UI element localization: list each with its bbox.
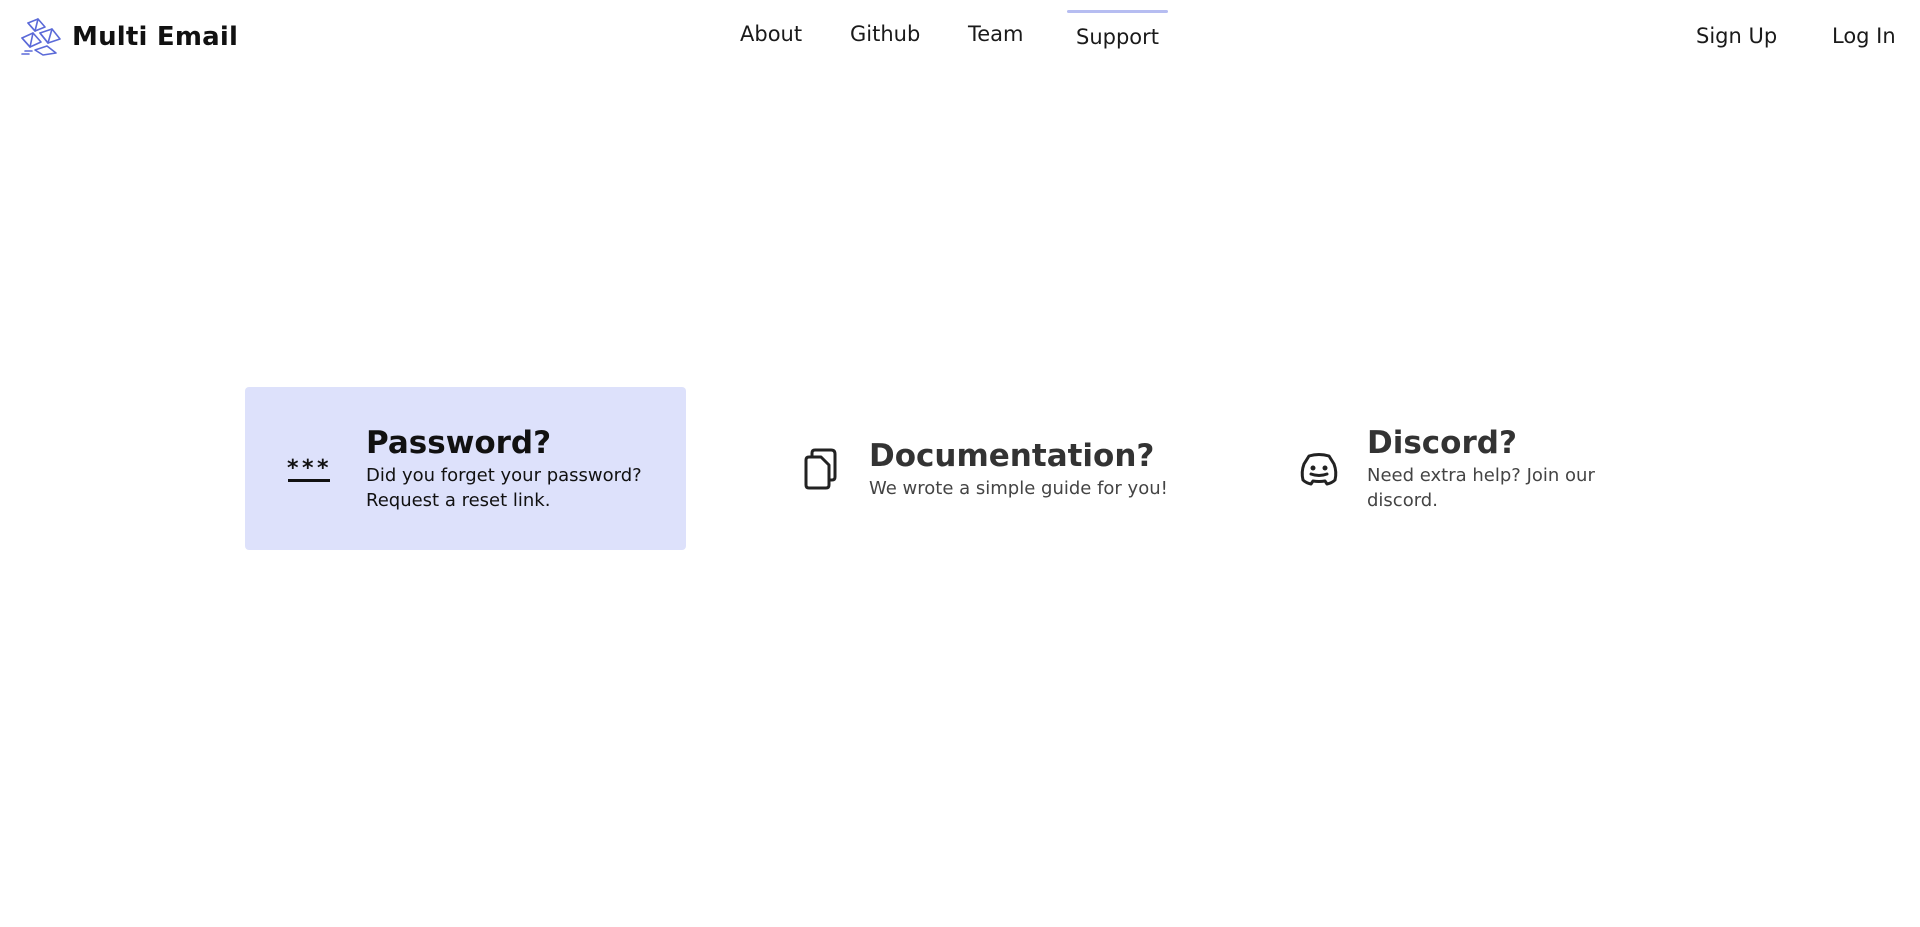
documentation-card[interactable]: Documentation? We wrote a simple guide f… xyxy=(790,387,1200,550)
nav-item-support[interactable]: Support xyxy=(1076,25,1159,49)
multi-email-logo-icon xyxy=(21,18,61,56)
discord-card-title: Discord? xyxy=(1367,425,1517,461)
password-card-description: Did you forget your password? Request a … xyxy=(366,465,642,511)
password-card-title: Password? xyxy=(366,425,552,461)
password-icon-wrap: * * * xyxy=(245,455,366,483)
discord-card-text: Discord? Need extra help? Join our disco… xyxy=(1367,424,1617,513)
discord-icon-wrap xyxy=(1290,450,1367,488)
documentation-card-description: We wrote a simple guide for you! xyxy=(869,477,1168,499)
svg-text:*: * xyxy=(317,456,329,481)
discord-card[interactable]: Discord? Need extra help? Join our disco… xyxy=(1290,387,1620,550)
password-card[interactable]: * * * Password? Did you forget your pass… xyxy=(245,387,686,550)
nav-item-about[interactable]: About xyxy=(740,22,802,46)
password-icon: * * * xyxy=(287,456,330,482)
password-card-text: Password? Did you forget your password? … xyxy=(366,424,656,513)
documentation-card-text: Documentation? We wrote a simple guide f… xyxy=(869,437,1168,501)
documentation-card-title: Documentation? xyxy=(869,437,1155,474)
svg-text:*: * xyxy=(302,456,314,481)
log-in-link[interactable]: Log In xyxy=(1832,24,1896,48)
documentation-icon-wrap xyxy=(790,447,869,491)
svg-text:*: * xyxy=(287,456,299,481)
discord-icon xyxy=(1300,452,1338,485)
active-nav-indicator xyxy=(1067,10,1168,13)
brand-home-link[interactable]: Multi Email xyxy=(19,18,238,56)
sign-up-link[interactable]: Sign Up xyxy=(1696,24,1777,48)
discord-card-description: Need extra help? Join our discord. xyxy=(1367,465,1595,511)
top-navigation-bar: Multi Email About Github Team Support Si… xyxy=(0,0,1920,74)
brand-name: Multi Email xyxy=(72,22,239,52)
nav-item-github[interactable]: Github xyxy=(850,22,920,46)
documents-icon xyxy=(804,448,837,489)
nav-item-team[interactable]: Team xyxy=(968,22,1024,46)
